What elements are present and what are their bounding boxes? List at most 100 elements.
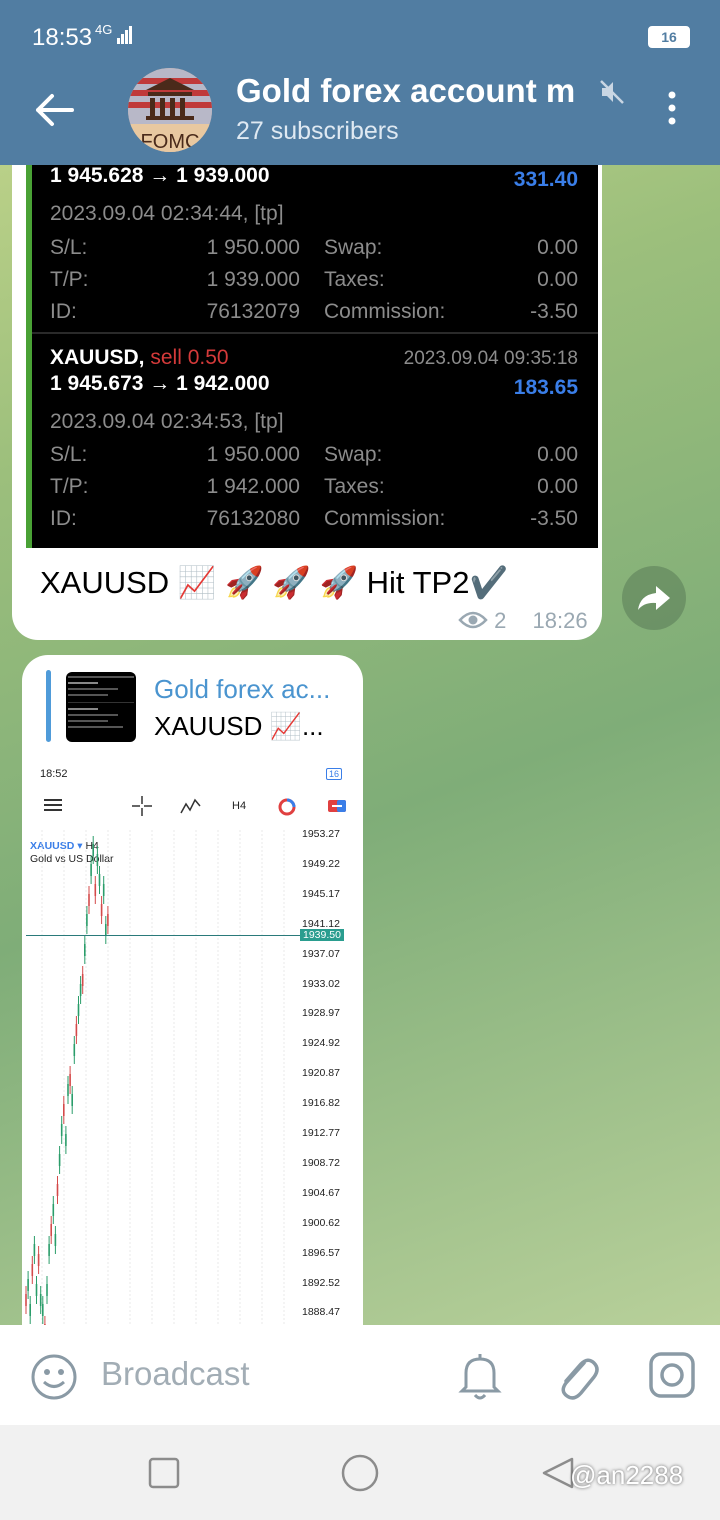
candle-body [77,1004,80,1016]
views-count: 2 [494,608,507,633]
candlestick-plot [25,830,285,1325]
price-level-label: 1949.22 [302,857,340,870]
trade1-commission-label: Commission: [324,300,446,323]
trade2-taxes-label: Taxes: [324,475,385,498]
candle-body [50,1224,52,1236]
trade1-open-time: 2023.09.04 02:34:44, [tp] [50,202,284,225]
trade2-sl: 1 950.000 [206,443,300,466]
back-arrow-icon[interactable] [32,90,76,130]
price-level-label: 1896.57 [302,1246,340,1259]
candle-body [54,1234,57,1246]
camera-icon[interactable] [648,1351,696,1399]
trade2-close-time: 2023.09.04 09:35:18 [403,348,578,369]
message-meta: 2 18:26 [458,608,588,634]
reply-thumbnail[interactable] [66,672,136,742]
candle-body [42,1304,44,1316]
trade1-sl: 1 950.000 [206,236,300,259]
trade-separator [32,332,598,334]
reply-author[interactable]: Gold forex ac... [154,674,330,705]
candle-body [52,1204,55,1216]
trade1-price-range: 1 945.628 → 1 939.000 [50,164,270,187]
message-text: XAUUSD 📈 🚀 🚀 🚀 Hit TP2✔️ [40,565,509,600]
indicator-icon [180,798,201,814]
trade-history-image[interactable]: 1 945.628 → 1 939.000 331.40 2023.09.04 … [26,150,598,548]
trade2-tp-label: T/P: [50,475,89,498]
candle-body [75,1024,78,1036]
candle-body [27,1279,29,1291]
emoji-icon[interactable] [30,1353,78,1401]
candle-body [25,1294,27,1306]
trade2-profit: 183.65 [513,376,578,399]
forward-button[interactable] [622,566,686,630]
watermark: @an2288 [570,1460,684,1490]
attach-icon[interactable] [554,1351,600,1401]
message-time: 18:26 [532,608,588,633]
candle-body [37,1254,40,1266]
battery-indicator: 16 [648,26,690,48]
channel-title[interactable]: Gold forex account m [236,72,588,110]
current-price-label: 1939.50 [300,929,344,941]
price-level-label: 1888.47 [302,1306,340,1319]
status-time: 18:53 [32,24,93,51]
chart-screenshot[interactable]: 18:52 16 H4 XAUUSD ▾ H4 Gold vs US Dolla… [22,760,363,1325]
trade1-id-label: ID: [50,300,77,323]
candle-body [94,884,97,896]
price-level-label: 1941.12 [302,917,340,930]
candle-body [56,1184,59,1196]
price-level-label: 1908.72 [302,1156,340,1169]
more-menu-icon[interactable] [662,90,682,126]
home-icon[interactable] [340,1453,380,1493]
trade2-action: sell 0.50 [150,346,229,369]
candle-body [88,894,90,906]
candle-body [71,1094,73,1106]
price-level-label: 1920.87 [302,1067,340,1080]
objects-icon [278,798,296,816]
notification-bell-icon[interactable] [458,1351,502,1401]
candle-body [79,984,82,996]
candle-body [107,914,109,926]
trade1-tp: 1 939.000 [206,268,300,291]
price-level-label: 1933.02 [302,977,340,990]
chart-status-time: 18:52 [40,768,68,780]
candle-body [86,914,88,926]
broadcast-input[interactable]: Broadcast [101,1355,250,1393]
views-icon [458,608,494,633]
trade2-sl-label: S/L: [50,443,88,466]
candle-body [73,1044,76,1056]
chart-menu-icon [44,799,62,811]
trade1-taxes: 0.00 [537,268,578,291]
candle-body [90,864,92,876]
trade2-taxes: 0.00 [537,475,578,498]
candle-body [35,1284,38,1296]
trade2-header: XAUUSD, sell 0.50 [50,346,229,370]
signal-icon [117,26,132,44]
price-level-label: 1928.97 [302,1007,340,1020]
recents-icon[interactable] [148,1457,180,1489]
candle-body [69,1074,71,1086]
trade1-swap: 0.00 [537,236,578,259]
price-level-label: 1945.17 [302,887,340,900]
candle-body [92,844,94,856]
candle-body [81,974,84,986]
trade1-commission: -3.50 [530,300,578,323]
price-level-label: 1924.92 [302,1037,340,1050]
trade1-sl-label: S/L: [50,236,88,259]
price-level-label: 1904.67 [302,1186,340,1199]
trade2-swap-label: Swap: [324,443,383,466]
candle-body [29,1304,31,1316]
trade2-id: 76132080 [206,507,300,530]
trade2-open-time: 2023.09.04 02:34:53, [tp] [50,410,284,433]
trade-icon [328,800,346,812]
subscriber-count: 27 subscribers [236,117,399,145]
trade1-swap-label: Swap: [324,236,383,259]
trade1-tp-label: T/P: [50,268,89,291]
reply-bar [46,670,51,742]
chart-battery: 16 [326,768,343,780]
candle-body [39,1294,42,1306]
trade2-id-label: ID: [50,507,77,530]
candle-body [31,1264,34,1276]
share-icon [638,586,670,610]
candle-body [102,884,105,896]
channel-avatar[interactable]: FOMC [128,68,212,152]
price-level-label: 1912.77 [302,1127,340,1139]
